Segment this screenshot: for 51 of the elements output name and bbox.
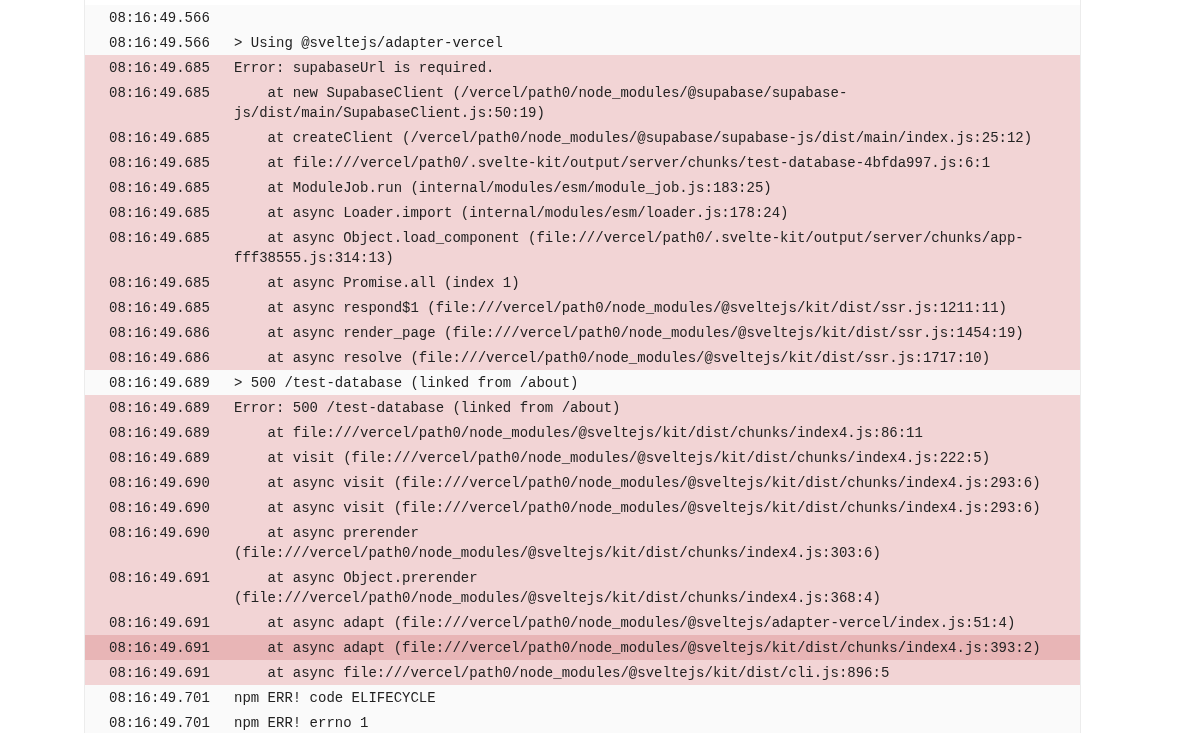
- log-timestamp: 08:16:49.686: [108, 348, 211, 368]
- log-timestamp: 08:16:49.689: [108, 398, 211, 418]
- log-message: Error: 500 /test-database (linked from /about): [234, 398, 622, 418]
- log-timestamp: 08:16:49.690: [108, 473, 211, 493]
- log-timestamp: 08:16:49.685: [108, 273, 211, 293]
- log-message: at async respond$1 (file:///vercel/path0/node_modules/@sveltejs/kit/dist/ssr.js:1211:11): [266, 298, 1008, 318]
- log-message: at async Object.load_component (file:///vercel/path0/.svelte-kit/output/server/chunks/app-fff38555.js:314:13): [234, 228, 1025, 268]
- log-message: npm ERR! errno 1: [234, 713, 370, 733]
- log-timestamp: 08:16:49.690: [108, 523, 211, 543]
- log-message: at file:///vercel/path0/node_modules/@sveltejs/kit/dist/chunks/index4.js:86:11: [266, 423, 924, 443]
- log-timestamp: 08:16:49.685: [108, 128, 211, 148]
- log-message: at async resolve (file:///vercel/path0/node_modules/@sveltejs/kit/dist/ssr.js:1717:10): [266, 348, 992, 368]
- log-message: npm ERR! code ELIFECYCLE: [234, 688, 437, 708]
- log-timestamp: 08:16:49.701: [108, 713, 211, 733]
- log-timestamp: 08:16:49.685: [108, 228, 211, 248]
- log-timestamp: 08:16:49.701: [108, 688, 211, 708]
- log-message: at async visit (file:///vercel/path0/node_modules/@sveltejs/kit/dist/chunks/index4.js:293:6): [266, 498, 1042, 518]
- log-timestamp: 08:16:49.685: [108, 298, 211, 318]
- log-timestamp: 08:16:49.686: [108, 323, 211, 343]
- log-message: at async Object.prerender (file:///vercel/path0/node_modules/@sveltejs/kit/dist/chunks/index4.js:368:4): [234, 568, 882, 608]
- log-timestamp: 08:16:49.691: [108, 568, 211, 588]
- log-message: at async Loader.import (internal/modules/esm/loader.js:178:24): [266, 203, 790, 223]
- log-timestamp: 08:16:49.690: [108, 498, 211, 518]
- log-message: at async adapt (file:///vercel/path0/node_modules/@sveltejs/adapter-vercel/index.js:51:4): [266, 613, 1017, 633]
- log-timestamp: 08:16:49.691: [108, 613, 211, 633]
- log-message: at async Promise.all (index 1): [266, 273, 521, 293]
- log-timestamp: 08:16:49.685: [108, 58, 211, 78]
- log-timestamp: 08:16:49.685: [108, 178, 211, 198]
- log-message: at ModuleJob.run (internal/modules/esm/module_job.js:183:25): [266, 178, 773, 198]
- log-timestamp: 08:16:49.689: [108, 448, 211, 468]
- log-timestamp: 08:16:49.685: [108, 83, 211, 103]
- log-message: at async render_page (file:///vercel/path0/node_modules/@sveltejs/kit/dist/ssr.js:1454:19): [266, 323, 1025, 343]
- log-message: at new SupabaseClient (/vercel/path0/node_modules/@supabase/supabase-js/dist/main/SupabaseClient.js:50:19): [234, 83, 849, 123]
- log-timestamp: 08:16:49.691: [108, 663, 211, 683]
- log-message: at async file:///vercel/path0/node_modules/@sveltejs/kit/dist/cli.js:896:5: [266, 663, 891, 683]
- log-timestamp: 08:16:49.691: [108, 638, 211, 658]
- log-timestamp: 08:16:49.685: [108, 153, 211, 173]
- log-timestamp: 08:16:49.566: [108, 8, 211, 28]
- log-message: at async adapt (file:///vercel/path0/node_modules/@sveltejs/kit/dist/chunks/index4.js:393:2): [266, 638, 1042, 658]
- log-message: > 500 /test-database (linked from /about): [234, 373, 580, 393]
- log-timestamp: 08:16:49.689: [108, 373, 211, 393]
- log-timestamp: 08:16:49.566: [108, 33, 211, 53]
- log-message: > Using @sveltejs/adapter-vercel: [234, 33, 504, 53]
- log-message: at async prerender (file:///vercel/path0/node_modules/@sveltejs/kit/dist/chunks/index4.js:303:6): [234, 523, 882, 563]
- log-timestamp: 08:16:49.685: [108, 203, 211, 223]
- log-message: at file:///vercel/path0/.svelte-kit/output/server/chunks/test-database-4bfda997.js:6:1: [266, 153, 992, 173]
- log-message: Error: supabaseUrl is required.: [234, 58, 496, 78]
- log-message: at createClient (/vercel/path0/node_modules/@supabase/supabase-js/dist/main/index.js:25:12): [266, 128, 1034, 148]
- log-message: at async visit (file:///vercel/path0/node_modules/@sveltejs/kit/dist/chunks/index4.js:293:6): [266, 473, 1042, 493]
- log-message: at visit (file:///vercel/path0/node_modules/@sveltejs/kit/dist/chunks/index4.js:222:5): [266, 448, 992, 468]
- log-timestamp: 08:16:49.689: [108, 423, 211, 443]
